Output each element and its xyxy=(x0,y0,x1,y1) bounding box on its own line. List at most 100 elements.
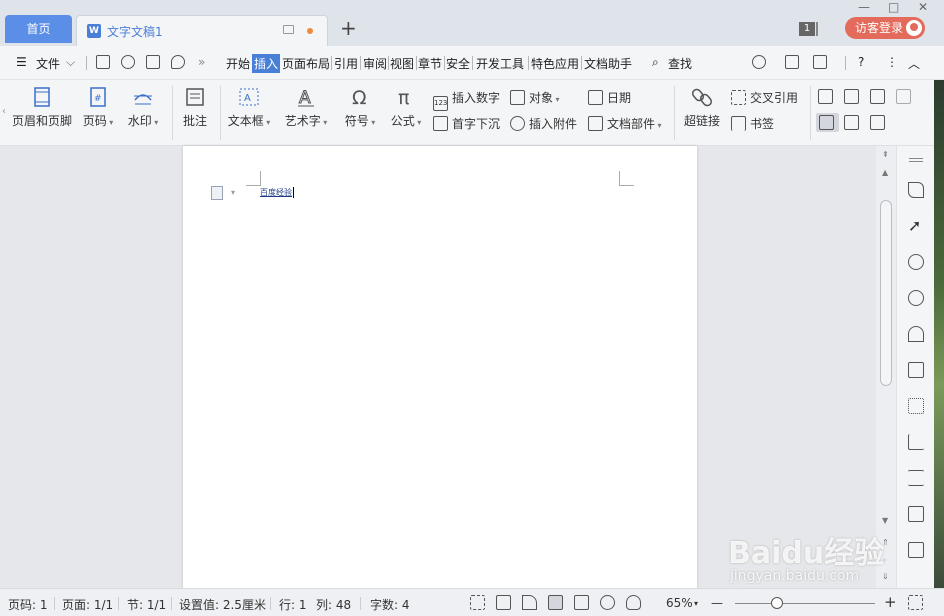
status-setting-value[interactable]: 设置值: 2.5厘米 xyxy=(179,596,266,613)
shapes-icon[interactable] xyxy=(908,290,924,306)
cloud-sync-icon[interactable] xyxy=(752,55,766,69)
ribbon-scroll-left-icon[interactable]: ‹ xyxy=(2,106,6,117)
paragraph-layout-icon[interactable] xyxy=(211,186,223,200)
reading-mode-icon[interactable] xyxy=(496,595,511,610)
list-box-icon[interactable] xyxy=(870,89,889,104)
page-number-button[interactable]: # 页码 ▾ xyxy=(80,86,116,129)
hamburger-icon[interactable]: ☰ xyxy=(16,55,27,69)
fullscreen-icon[interactable] xyxy=(470,595,485,610)
status-section[interactable]: 节: 1/1 xyxy=(127,596,166,613)
scroll-down-icon[interactable]: ▼ xyxy=(882,516,888,525)
status-column[interactable]: 列: 48 xyxy=(316,596,351,613)
dropdown-arrow-icon[interactable]: ▾ xyxy=(231,188,235,197)
search-button[interactable]: 查找 xyxy=(668,55,692,72)
style-icon[interactable] xyxy=(908,254,924,270)
control-properties-icon[interactable] xyxy=(844,115,863,130)
format-brush-icon[interactable] xyxy=(908,182,924,198)
status-row[interactable]: 行: 1 xyxy=(279,596,307,613)
menu-tab-reference[interactable]: 引用 xyxy=(334,55,358,72)
eye-protection-icon[interactable] xyxy=(626,595,641,610)
zoom-level[interactable]: 65% xyxy=(666,596,693,610)
combo-box-icon[interactable] xyxy=(896,89,915,104)
restore-button[interactable]: □ xyxy=(888,0,899,14)
formula-button[interactable]: π 公式 ▾ xyxy=(388,86,424,129)
outline-view-icon[interactable] xyxy=(574,595,589,610)
document-text[interactable]: 百度经验 xyxy=(260,187,294,198)
more-options-icon[interactable]: ⋮ xyxy=(886,55,898,69)
symbol-button[interactable]: Ω 符号 ▾ xyxy=(342,86,378,129)
doc-parts-button[interactable]: 文档部件 ▾ xyxy=(588,115,662,132)
scroll-up-icon[interactable]: ▲ xyxy=(882,168,888,177)
print-preview-icon[interactable] xyxy=(171,55,185,69)
print-icon[interactable] xyxy=(146,55,160,69)
drop-cap-button[interactable]: 首字下沉 xyxy=(433,115,500,132)
menu-tab-security[interactable]: 安全 xyxy=(446,55,470,72)
image-icon[interactable] xyxy=(908,506,924,522)
scrollbar-thumb[interactable] xyxy=(880,200,892,386)
menu-tab-assistant[interactable]: 文档助手 xyxy=(584,55,632,72)
textbox-style-icon[interactable] xyxy=(818,89,837,104)
hyperlink-button[interactable]: 超链接 xyxy=(682,86,722,129)
checkbox-icon[interactable] xyxy=(844,89,863,104)
wordart-panel-icon[interactable] xyxy=(908,326,924,342)
zoom-out-button[interactable]: — xyxy=(711,596,723,610)
menu-tab-start[interactable]: 开始 xyxy=(226,55,250,72)
pen-icon[interactable] xyxy=(522,595,537,610)
cross-reference-button[interactable]: 交叉引用 xyxy=(731,89,798,106)
insert-attachment-button[interactable]: 插入附件 xyxy=(510,115,577,132)
comment-button[interactable]: 批注 xyxy=(180,86,210,129)
vertical-scrollbar[interactable]: ⇞ ▲ ▼ ⇑ ◦ ⇓ xyxy=(876,146,896,588)
zoom-in-button[interactable]: + xyxy=(884,593,897,611)
fit-window-icon[interactable] xyxy=(908,595,923,610)
header-footer-button[interactable]: 页眉和页脚 xyxy=(12,86,72,129)
menu-tab-layout[interactable]: 页面布局 xyxy=(282,55,330,72)
cursor-select-icon[interactable]: ➚ xyxy=(908,218,924,234)
object-button[interactable]: 对象 ▾ xyxy=(510,89,560,106)
share-icon[interactable] xyxy=(121,55,135,69)
collapse-ribbon-icon[interactable]: ︿ xyxy=(908,55,920,72)
menu-tab-view[interactable]: 视图 xyxy=(390,55,414,72)
chart-icon[interactable] xyxy=(908,434,924,450)
date-button[interactable]: 日期 xyxy=(588,89,631,106)
tab-document[interactable]: W 文字文稿1 xyxy=(76,15,328,46)
design-mode-icon[interactable] xyxy=(816,113,839,132)
chevron-down-icon[interactable]: ⌵ xyxy=(66,55,75,70)
share-export-icon[interactable] xyxy=(908,542,924,558)
help-icon[interactable]: ? xyxy=(858,55,864,69)
new-tab-button[interactable]: + xyxy=(340,18,357,38)
more-quick-access-icon[interactable]: » xyxy=(198,55,205,69)
insert-number-button[interactable]: 123 插入数字 xyxy=(433,89,500,111)
status-word-count[interactable]: 字数: 4 xyxy=(370,596,410,613)
monitor-icon[interactable] xyxy=(283,25,294,34)
menu-tab-review[interactable]: 审阅 xyxy=(363,55,387,72)
tool-box-icon[interactable] xyxy=(813,55,827,69)
menu-tab-insert[interactable]: 插入 xyxy=(252,54,281,73)
wordart-button[interactable]: A 艺术字 ▾ xyxy=(283,86,329,129)
apps-grid-icon[interactable] xyxy=(908,398,924,414)
guest-login-button[interactable]: 访客登录 xyxy=(845,17,925,39)
zoom-dropdown-icon[interactable]: ▾ xyxy=(694,599,698,608)
menu-tab-chapter[interactable]: 章节 xyxy=(418,55,442,72)
menu-tab-developer[interactable]: 开发工具 xyxy=(476,55,524,72)
bookmark-button[interactable]: 书签 xyxy=(731,115,774,132)
export-icon[interactable] xyxy=(785,55,799,69)
zoom-slider-track[interactable] xyxy=(735,603,875,604)
next-page-icon[interactable]: ⇓ xyxy=(882,572,889,581)
table-icon[interactable] xyxy=(908,362,924,378)
document-page[interactable]: ▾ 百度经验 xyxy=(183,146,697,588)
textbox-button[interactable]: A 文本框 ▾ xyxy=(226,86,272,129)
web-view-icon[interactable] xyxy=(600,595,615,610)
status-page-code[interactable]: 页码: 1 xyxy=(8,596,48,613)
close-button[interactable]: ✕ xyxy=(918,0,928,14)
search-icon[interactable]: ⌕ xyxy=(652,55,659,70)
scroll-top-icon[interactable]: ⇞ xyxy=(882,150,889,159)
save-icon[interactable] xyxy=(96,55,110,69)
watermark-button[interactable]: 水印 ▾ xyxy=(124,86,162,129)
zoom-slider-handle[interactable] xyxy=(771,597,783,609)
tab-home[interactable]: 首页 xyxy=(5,15,72,43)
menu-file[interactable]: 文件 xyxy=(36,55,60,72)
menu-tab-features[interactable]: 特色应用 xyxy=(531,55,579,72)
page-view-icon[interactable] xyxy=(548,595,563,610)
group-icon[interactable] xyxy=(870,115,889,130)
minimize-button[interactable]: — xyxy=(858,0,870,14)
